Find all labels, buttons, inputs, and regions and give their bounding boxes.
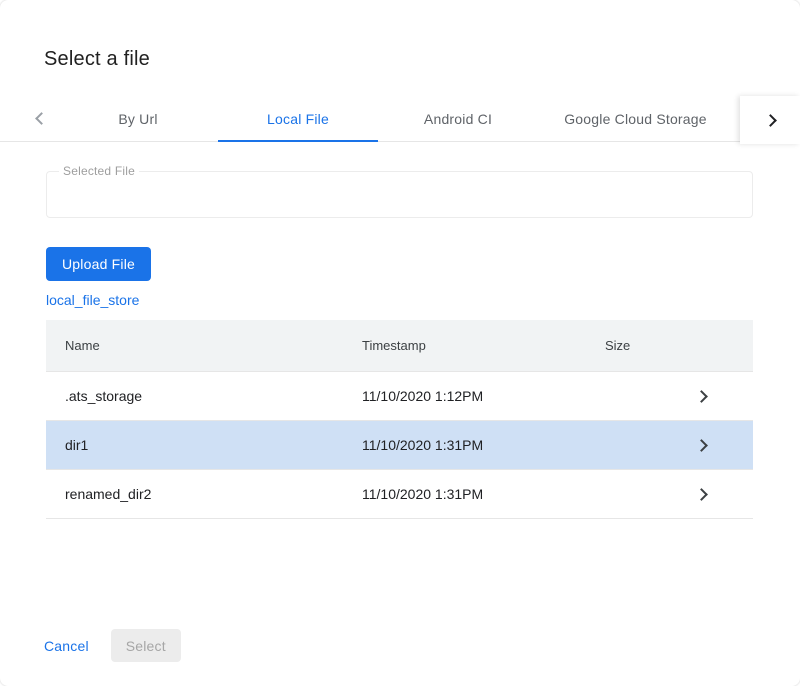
file-table-header: Name Timestamp Size <box>46 320 753 371</box>
tab-bar: By Url Local File Android CI Google Clou… <box>0 96 800 142</box>
chevron-right-icon <box>695 488 708 501</box>
dialog-actions: Cancel Select <box>44 629 181 662</box>
chevron-right-icon <box>695 390 708 403</box>
tab-local-file[interactable]: Local File <box>218 96 378 142</box>
column-header-timestamp: Timestamp <box>362 338 605 353</box>
row-open-button[interactable] <box>693 490 753 499</box>
column-header-name: Name <box>46 338 362 353</box>
file-table: Name Timestamp Size .ats_storage 11/10/2… <box>46 320 753 519</box>
select-file-dialog: Select a file By Url Local File Android … <box>0 0 800 686</box>
selected-file-input[interactable] <box>47 172 752 217</box>
tab-google-cloud-storage[interactable]: Google Cloud Storage <box>538 96 733 142</box>
cancel-button[interactable]: Cancel <box>44 638 89 654</box>
local-file-store-link[interactable]: local_file_store <box>46 292 139 308</box>
tab-by-url[interactable]: By Url <box>58 96 218 142</box>
selected-file-label: Selected File <box>59 164 139 178</box>
table-row[interactable]: .ats_storage 11/10/2020 1:12PM <box>46 371 753 420</box>
tabs-prev-button[interactable] <box>24 96 58 141</box>
row-open-button[interactable] <box>693 392 753 401</box>
select-button[interactable]: Select <box>111 629 181 662</box>
row-name: dir1 <box>46 437 362 453</box>
row-timestamp: 11/10/2020 1:12PM <box>362 388 605 404</box>
row-open-button[interactable] <box>693 441 753 450</box>
chevron-right-icon <box>695 439 708 452</box>
column-header-size: Size <box>605 338 693 353</box>
tabs-next-button[interactable] <box>740 96 800 144</box>
row-timestamp: 11/10/2020 1:31PM <box>362 486 605 502</box>
chevron-right-icon <box>764 114 777 127</box>
selected-file-field: Selected File <box>46 171 753 218</box>
tab-android-ci[interactable]: Android CI <box>378 96 538 142</box>
dialog-title: Select a file <box>44 47 150 71</box>
upload-file-button[interactable]: Upload File <box>46 247 151 281</box>
row-name: renamed_dir2 <box>46 486 362 502</box>
table-row[interactable]: renamed_dir2 11/10/2020 1:31PM <box>46 469 753 518</box>
row-timestamp: 11/10/2020 1:31PM <box>362 437 605 453</box>
chevron-left-icon <box>35 112 48 125</box>
row-name: .ats_storage <box>46 388 362 404</box>
table-row[interactable]: dir1 11/10/2020 1:31PM <box>46 420 753 469</box>
